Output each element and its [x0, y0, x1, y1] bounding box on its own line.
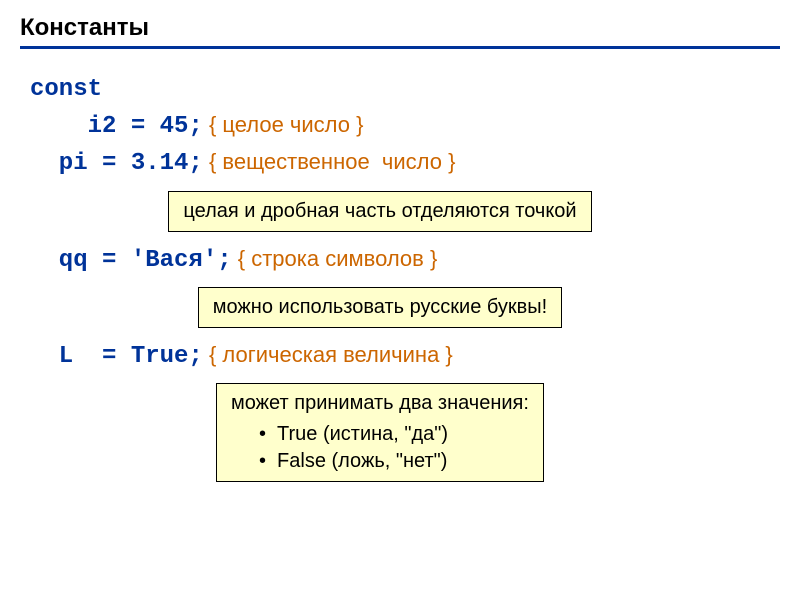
- slide-title: Константы: [20, 14, 780, 42]
- code-lhs: i2 = 45;: [30, 113, 203, 140]
- note-3-head: может принимать два значения:: [231, 390, 529, 417]
- code-comment: { строка символов }: [232, 246, 438, 271]
- bullet-false: False (ложь, "нет"): [259, 448, 529, 475]
- code-comment: { логическая величина }: [203, 342, 453, 367]
- code-line-3: qq = 'Вася'; { строка символов }: [30, 242, 770, 279]
- note-wrap-3: может принимать два значения: True (исти…: [30, 375, 770, 492]
- note-wrap-1: целая и дробная часть отделяются точкой: [30, 183, 770, 242]
- bullet-true: True (истина, "да"): [259, 421, 529, 448]
- code-lhs: pi = 3.14;: [30, 150, 203, 177]
- slide-header: Константы: [0, 0, 800, 57]
- code-comment: { целое число }: [203, 112, 364, 137]
- code-keyword: const: [30, 71, 770, 108]
- code-line-1: i2 = 45; { целое число }: [30, 108, 770, 145]
- code-line-2: pi = 3.14; { вещественное число }: [30, 145, 770, 182]
- slide-content: const i2 = 45; { целое число } pi = 3.14…: [0, 57, 800, 492]
- title-rule: [20, 46, 780, 49]
- note-2: можно использовать русские буквы!: [198, 287, 562, 328]
- note-3: может принимать два значения: True (исти…: [216, 383, 544, 482]
- code-line-4: L = True; { логическая величина }: [30, 338, 770, 375]
- note-3-bullets: True (истина, "да") False (ложь, "нет"): [231, 417, 529, 475]
- note-1: целая и дробная часть отделяются точкой: [168, 191, 591, 232]
- code-comment: { вещественное число }: [203, 149, 456, 174]
- note-wrap-2: можно использовать русские буквы!: [30, 279, 770, 338]
- code-lhs: qq = 'Вася';: [30, 247, 232, 274]
- code-lhs: L = True;: [30, 343, 203, 370]
